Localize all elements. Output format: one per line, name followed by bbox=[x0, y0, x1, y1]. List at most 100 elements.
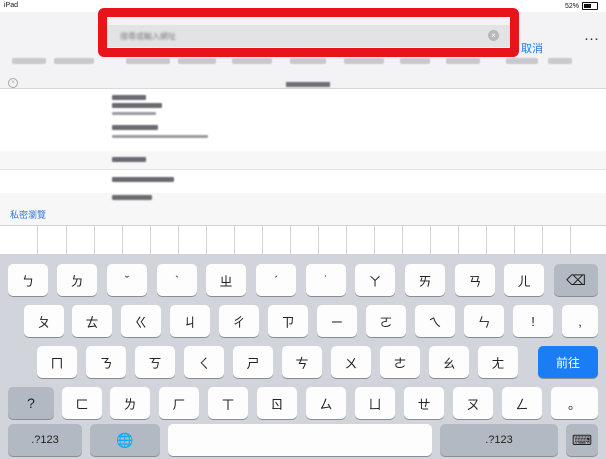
key-le[interactable]: ㄌ bbox=[110, 387, 150, 419]
key-mo[interactable]: ㄇ bbox=[37, 346, 77, 378]
key-ei[interactable]: ㄟ bbox=[415, 305, 455, 337]
key-period[interactable]: 。 bbox=[551, 387, 598, 419]
tab-close-icon[interactable]: × bbox=[8, 78, 18, 88]
address-text[interactable]: 搜尋或輸入網址 bbox=[120, 31, 176, 42]
clear-input-icon[interactable]: × bbox=[488, 30, 499, 41]
key-e[interactable]: ㄜ bbox=[380, 346, 420, 378]
key-tone-2[interactable]: ˊ bbox=[256, 264, 296, 296]
globe-key[interactable]: 🌐 bbox=[90, 424, 160, 456]
key-bo[interactable]: ㄅ bbox=[8, 264, 48, 296]
key-eh[interactable]: ㄝ bbox=[404, 387, 444, 419]
favorite-item[interactable] bbox=[506, 58, 538, 64]
status-right: 52% bbox=[565, 2, 598, 10]
suggestion-row[interactable] bbox=[0, 89, 606, 152]
key-exclamation[interactable]: ! bbox=[513, 305, 553, 337]
key-zi[interactable]: ㄗ bbox=[268, 305, 308, 337]
candidate-cell[interactable] bbox=[487, 226, 515, 255]
candidate-cell[interactable] bbox=[38, 226, 67, 255]
key-ao[interactable]: ㄠ bbox=[429, 346, 469, 378]
key-de[interactable]: ㄉ bbox=[57, 264, 97, 296]
key-tone-3[interactable]: ˇ bbox=[107, 264, 147, 296]
key-eng[interactable]: ㄥ bbox=[502, 387, 542, 419]
key-er[interactable]: ㄦ bbox=[504, 264, 544, 296]
candidate-cell[interactable] bbox=[375, 226, 403, 255]
battery-icon bbox=[582, 2, 598, 10]
key-po[interactable]: ㄆ bbox=[24, 305, 64, 337]
key-tone-neutral[interactable]: ˙ bbox=[306, 264, 346, 296]
key-fo[interactable]: ㄈ bbox=[62, 387, 102, 419]
key-ci[interactable]: ㄘ bbox=[282, 346, 322, 378]
candidate-cell[interactable] bbox=[571, 226, 606, 255]
favorite-item[interactable] bbox=[178, 58, 216, 64]
suggestion-row[interactable] bbox=[0, 169, 606, 194]
key-ri[interactable]: ㄖ bbox=[257, 387, 297, 419]
key-yu[interactable]: ㄩ bbox=[355, 387, 395, 419]
key-question[interactable]: ? bbox=[8, 387, 54, 419]
key-qi[interactable]: ㄑ bbox=[184, 346, 224, 378]
candidate-cell[interactable] bbox=[319, 226, 347, 255]
key-ji[interactable]: ㄐ bbox=[170, 305, 210, 337]
hide-keyboard-key[interactable]: ⌨ bbox=[566, 424, 598, 456]
favorite-item[interactable] bbox=[548, 58, 572, 64]
key-zhi[interactable]: ㄓ bbox=[206, 264, 246, 296]
key-wu[interactable]: ㄨ bbox=[331, 346, 371, 378]
key-chi[interactable]: ㄔ bbox=[219, 305, 259, 337]
candidate-cell[interactable] bbox=[459, 226, 487, 255]
favorite-item[interactable] bbox=[290, 58, 326, 64]
private-browsing-link[interactable]: 私密瀏覽 bbox=[10, 208, 46, 221]
favorite-item[interactable] bbox=[126, 58, 170, 64]
key-shi[interactable]: ㄕ bbox=[233, 346, 273, 378]
suggestion-list bbox=[0, 89, 606, 226]
key-xi[interactable]: ㄒ bbox=[208, 387, 248, 419]
candidate-cell[interactable] bbox=[123, 226, 151, 255]
candidate-cell[interactable] bbox=[263, 226, 291, 255]
space-key[interactable] bbox=[168, 424, 432, 456]
candidate-cell[interactable] bbox=[431, 226, 459, 255]
candidate-cell[interactable] bbox=[543, 226, 571, 255]
key-a[interactable]: ㄚ bbox=[355, 264, 395, 296]
candidate-cell[interactable] bbox=[515, 226, 543, 255]
suggestion-row[interactable] bbox=[0, 151, 606, 170]
candidate-cell[interactable] bbox=[0, 226, 38, 255]
more-button[interactable]: ··· bbox=[584, 30, 599, 47]
keyboard: ㄅ ㄉ ˇ ˋ ㄓ ˊ ˙ ㄚ ㄞ ㄢ ㄦ ⌫ ㄆ ㄊ ㄍ ㄐ ㄔ ㄗ ㄧ ㄛ … bbox=[0, 254, 606, 459]
numbers-key-left[interactable]: .?123 bbox=[8, 424, 82, 456]
favorite-item[interactable] bbox=[232, 58, 272, 64]
candidate-cell[interactable] bbox=[403, 226, 431, 255]
key-ou[interactable]: ㄡ bbox=[453, 387, 493, 419]
candidate-cell[interactable] bbox=[67, 226, 95, 255]
candidate-cell[interactable] bbox=[235, 226, 263, 255]
favorite-item[interactable] bbox=[400, 58, 430, 64]
key-ke[interactable]: ㄎ bbox=[135, 346, 175, 378]
key-ang[interactable]: ㄤ bbox=[478, 346, 518, 378]
favorite-item[interactable] bbox=[12, 58, 46, 64]
browser-toolbar: 搜尋或輸入網址 × 取消 ··· × bbox=[0, 12, 606, 89]
key-comma[interactable]: , bbox=[562, 305, 598, 337]
key-en[interactable]: ㄣ bbox=[464, 305, 504, 337]
candidate-cell[interactable] bbox=[207, 226, 235, 255]
key-tone-4[interactable]: ˋ bbox=[157, 264, 197, 296]
key-ne[interactable]: ㄋ bbox=[86, 346, 126, 378]
key-he[interactable]: ㄏ bbox=[159, 387, 199, 419]
cancel-button[interactable]: 取消 bbox=[521, 40, 543, 56]
candidate-cell[interactable] bbox=[151, 226, 179, 255]
key-ge[interactable]: ㄍ bbox=[121, 305, 161, 337]
candidate-cell[interactable] bbox=[347, 226, 375, 255]
key-te[interactable]: ㄊ bbox=[72, 305, 112, 337]
backspace-key[interactable]: ⌫ bbox=[554, 264, 598, 296]
favorite-item[interactable] bbox=[446, 58, 480, 64]
candidate-cell[interactable] bbox=[179, 226, 207, 255]
key-an[interactable]: ㄢ bbox=[455, 264, 495, 296]
key-yi[interactable]: ㄧ bbox=[317, 305, 357, 337]
key-o[interactable]: ㄛ bbox=[366, 305, 406, 337]
numbers-key-right[interactable]: .?123 bbox=[440, 424, 558, 456]
go-button[interactable]: 前往 bbox=[538, 346, 598, 378]
key-si[interactable]: ㄙ bbox=[306, 387, 346, 419]
address-bar[interactable]: 搜尋或輸入網址 × bbox=[106, 25, 511, 47]
favorite-item[interactable] bbox=[344, 58, 384, 64]
favorite-item[interactable] bbox=[54, 58, 94, 64]
candidate-cell[interactable] bbox=[95, 226, 123, 255]
tab-title[interactable] bbox=[286, 82, 330, 87]
key-ai[interactable]: ㄞ bbox=[405, 264, 445, 296]
candidate-cell[interactable] bbox=[291, 226, 319, 255]
